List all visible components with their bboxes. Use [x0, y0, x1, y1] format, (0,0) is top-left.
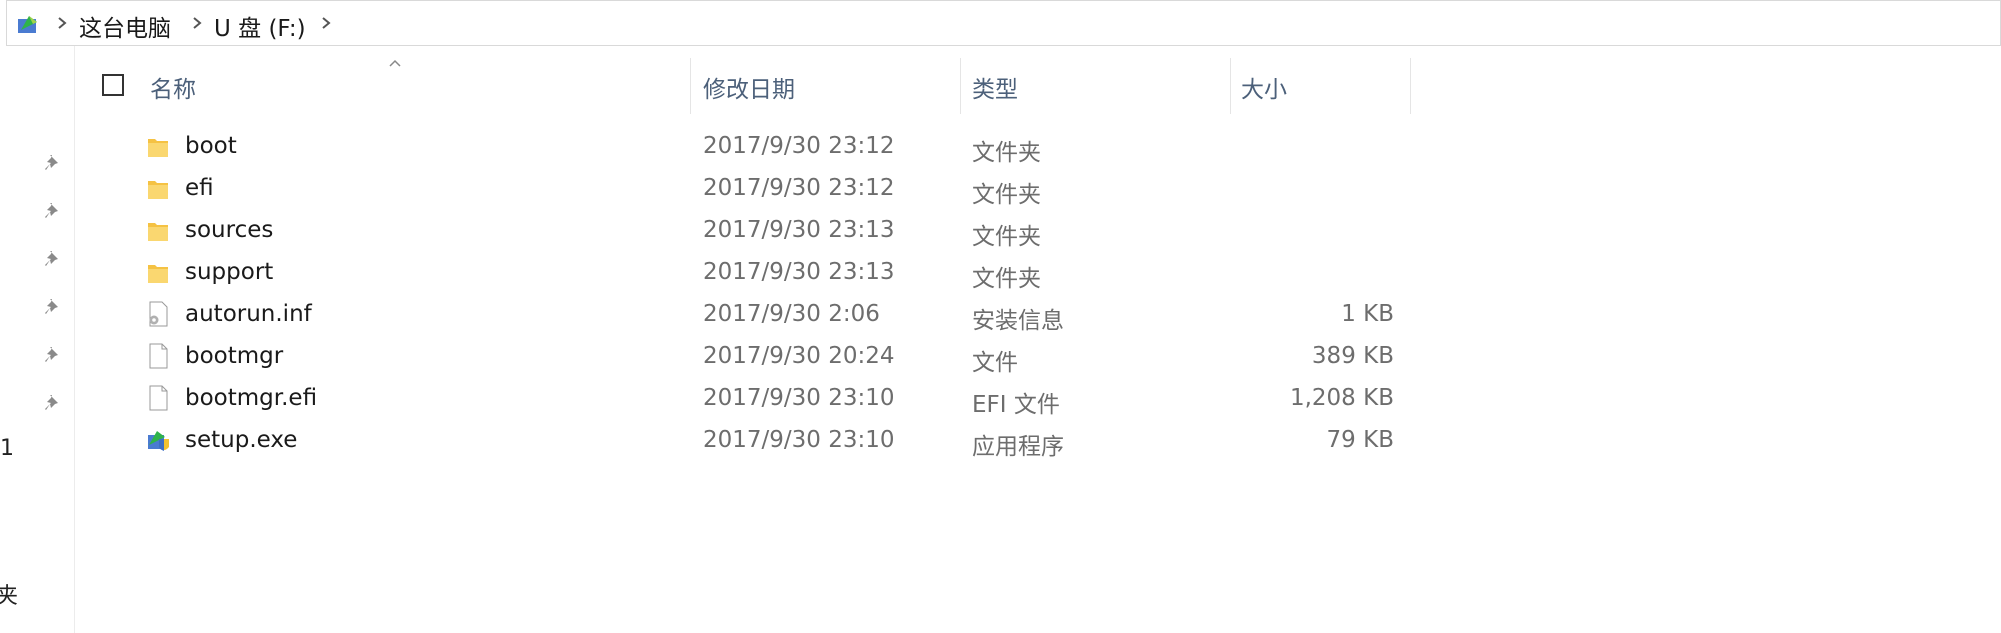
- column-header-name[interactable]: 名称: [150, 70, 196, 104]
- settings-file-icon: [149, 301, 168, 327]
- select-all-checkbox[interactable]: [102, 74, 124, 96]
- file-name[interactable]: boot: [185, 133, 237, 159]
- file-type: 安装信息: [972, 308, 1064, 334]
- column-divider[interactable]: [1230, 58, 1231, 114]
- file-name[interactable]: bootmgr: [185, 343, 283, 369]
- file-name[interactable]: support: [185, 259, 273, 285]
- breadcrumb-this-pc[interactable]: 这台电脑: [79, 9, 171, 43]
- column-header-size[interactable]: 大小: [1241, 70, 1287, 104]
- nav-item-fragment[interactable]: 1: [0, 436, 14, 461]
- file-date: 2017/9/30 23:13: [703, 217, 895, 243]
- pin-icon[interactable]: [42, 296, 64, 318]
- file-icon: [149, 385, 168, 411]
- file-size: 1,208 KB: [1289, 385, 1394, 411]
- file-type: 文件夹: [972, 266, 1041, 292]
- file-date: 2017/9/30 2:06: [703, 301, 880, 327]
- column-divider[interactable]: [960, 58, 961, 114]
- file-name[interactable]: autorun.inf: [185, 301, 312, 327]
- file-type: 文件: [972, 350, 1018, 376]
- column-header-type[interactable]: 类型: [972, 70, 1018, 104]
- setup-app-icon: [148, 431, 169, 451]
- address-bar[interactable]: 这台电脑 U 盘 (F:): [6, 0, 2001, 46]
- file-size: 79 KB: [1326, 427, 1394, 453]
- file-type: 文件夹: [972, 182, 1041, 208]
- file-size: 1 KB: [1341, 301, 1394, 327]
- file-date: 2017/9/30 20:24: [703, 343, 895, 369]
- file-type: 应用程序: [972, 434, 1064, 460]
- pin-icon[interactable]: [42, 200, 64, 222]
- file-type: 文件夹: [972, 224, 1041, 250]
- chevron-right-icon[interactable]: [55, 13, 69, 33]
- folder-icon: [148, 265, 168, 283]
- file-name[interactable]: sources: [185, 217, 273, 243]
- chevron-right-icon[interactable]: [190, 13, 204, 33]
- file-name[interactable]: bootmgr.efi: [185, 385, 317, 411]
- file-date: 2017/9/30 23:10: [703, 427, 895, 453]
- column-divider[interactable]: [690, 58, 691, 114]
- pin-icon[interactable]: [42, 248, 64, 270]
- sort-ascending-icon: [389, 59, 401, 67]
- column-divider[interactable]: [1410, 58, 1411, 114]
- file-icon: [149, 343, 168, 369]
- file-name[interactable]: setup.exe: [185, 427, 297, 453]
- file-size: 389 KB: [1311, 343, 1394, 369]
- navigation-pane: 1 夹: [0, 46, 75, 633]
- folder-icon: [148, 181, 168, 199]
- file-date: 2017/9/30 23:12: [703, 133, 895, 159]
- pin-icon[interactable]: [42, 392, 64, 414]
- file-date: 2017/9/30 23:12: [703, 175, 895, 201]
- column-header-date[interactable]: 修改日期: [703, 70, 795, 104]
- file-date: 2017/9/30 23:13: [703, 259, 895, 285]
- nav-item-fragment[interactable]: 夹: [0, 578, 18, 610]
- pin-icon[interactable]: [42, 152, 64, 174]
- file-type: EFI 文件: [972, 392, 1060, 418]
- chevron-right-icon[interactable]: [319, 13, 333, 33]
- file-date: 2017/9/30 23:10: [703, 385, 895, 411]
- pin-icon[interactable]: [42, 344, 64, 366]
- drive-setup-icon: [18, 16, 37, 33]
- folder-icon: [148, 223, 168, 241]
- file-name[interactable]: efi: [185, 175, 214, 201]
- folder-icon: [148, 139, 168, 157]
- breadcrumb-usb-drive[interactable]: U 盘 (F:): [214, 9, 306, 43]
- file-type: 文件夹: [972, 140, 1041, 166]
